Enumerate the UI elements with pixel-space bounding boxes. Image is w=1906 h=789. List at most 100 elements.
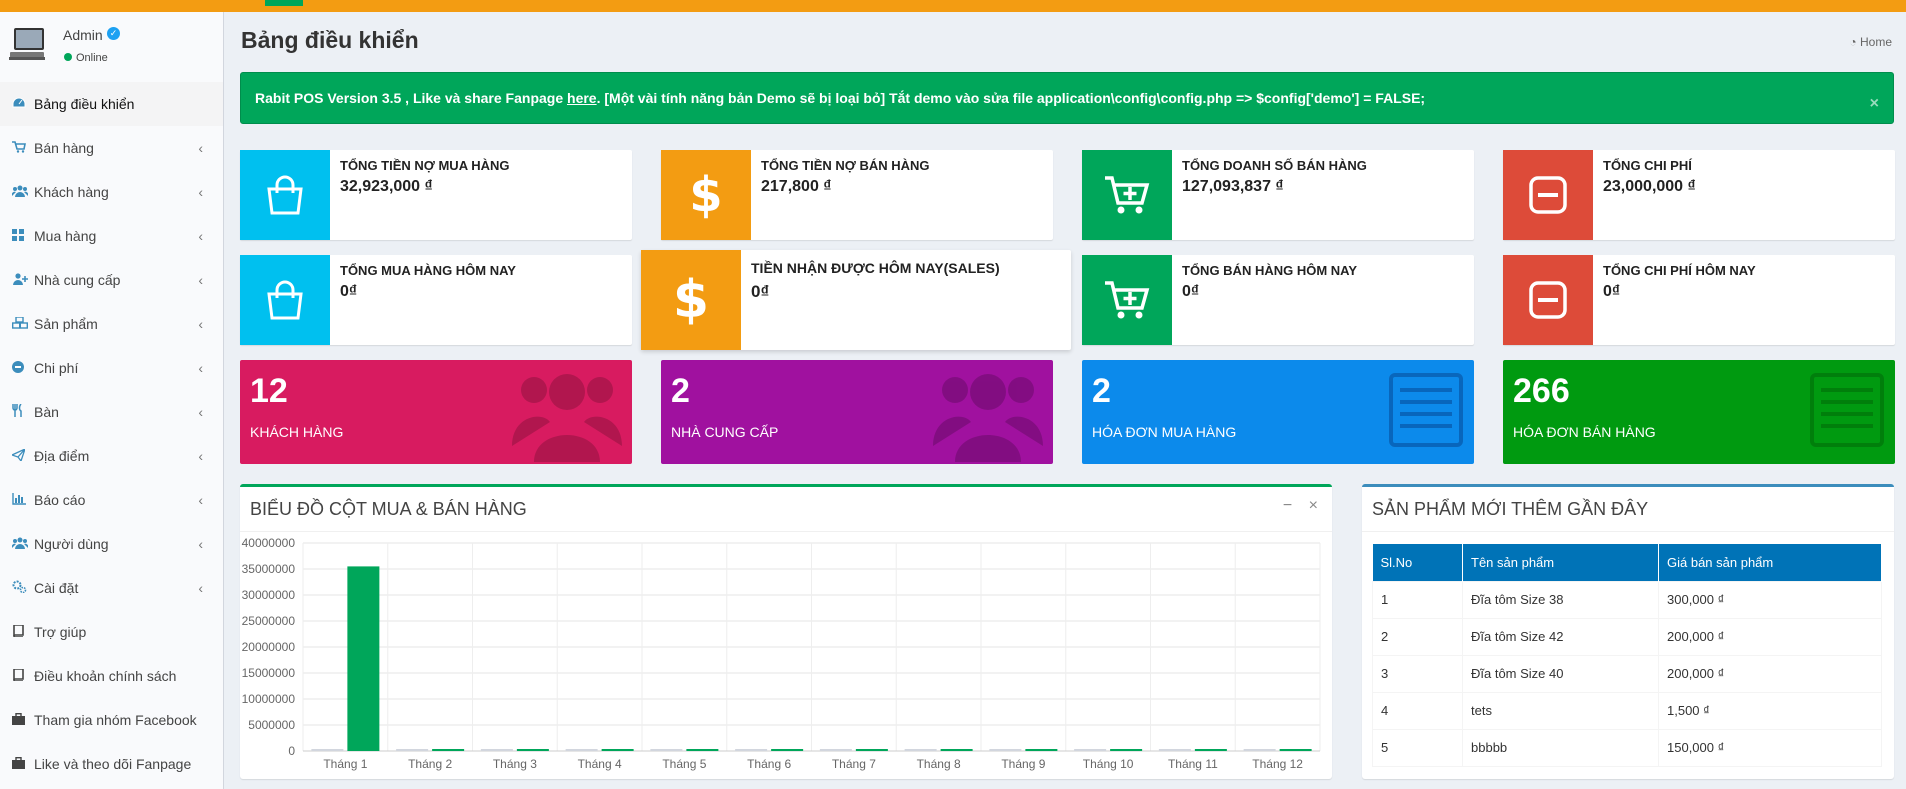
small-box-label: HÓA ĐƠN BÁN HÀNG: [1513, 424, 1656, 440]
bar: [1158, 749, 1191, 751]
bar: [1110, 749, 1143, 751]
cutlery-icon: [12, 403, 34, 420]
list-alt-icon: [1810, 373, 1884, 447]
small-box-purchase-invoices[interactable]: 2 HÓA ĐƠN MUA HÀNG: [1082, 360, 1474, 464]
sidebar-item-expenses[interactable]: Chi phí ‹: [0, 346, 223, 390]
y-tick-label: 0: [288, 744, 295, 758]
user-plus-icon: [12, 272, 34, 288]
sidebar-item-locations[interactable]: Địa điểm ‹: [0, 434, 223, 478]
table-cell: 1,500 ₫: [1658, 691, 1882, 730]
small-box-customers[interactable]: 12 KHÁCH HÀNG: [240, 360, 632, 464]
grid-icon: [12, 228, 34, 244]
sidebar-item-settings[interactable]: Cài đặt ‹: [0, 566, 223, 610]
table-cell: 150,000 ₫: [1658, 728, 1882, 767]
minimize-icon[interactable]: −: [1283, 497, 1292, 514]
sidebar-item-label: Khách hàng: [34, 184, 109, 200]
breadcrumb-home[interactable]: Home: [1860, 35, 1892, 49]
small-box-label: KHÁCH HÀNG: [250, 424, 344, 440]
x-tick-label: Tháng 10: [1083, 757, 1134, 771]
chart-box: BIỂU ĐỒ CỘT MUA & BÁN HÀNG − × 0 5000000 1…: [240, 484, 1332, 779]
small-box-number: 2: [1092, 372, 1111, 410]
sidebar-item-label: Like và theo dõi Fanpage: [34, 756, 192, 772]
table-header-row: Sl.No Tên sản phẩm Giá bán sản phẩm: [1372, 544, 1882, 581]
recent-products-box: SẢN PHẨM MỚI THÊM GẦN ĐÂY Sl.No Tên sản …: [1362, 484, 1894, 779]
table-row: 3 Đĩa tôm Size 40 200,000 ₫: [1372, 654, 1882, 693]
user-status-text: Online: [76, 52, 108, 64]
bar: [601, 749, 634, 751]
page-title: Bảng điều khiển: [241, 27, 419, 53]
sidebar-item-facebook-group[interactable]: Tham gia nhóm Facebook: [0, 698, 223, 742]
info-box-label: Tổng mua hàng hôm nay: [340, 263, 516, 278]
sidebar-item-suppliers[interactable]: Nhà cung cấp ‹: [0, 258, 223, 302]
cart-icon: [12, 140, 34, 156]
top-header-bar: [0, 0, 1906, 12]
sidebar-item-label: Chi phí: [34, 360, 79, 376]
y-tick-label: 35000000: [242, 562, 296, 576]
minus-circle-icon: [12, 360, 34, 376]
sidebar-item-dashboard[interactable]: Bảng điều khiển: [0, 82, 223, 126]
bar: [516, 749, 549, 751]
sidebar-item-label: Tham gia nhóm Facebook: [34, 712, 197, 728]
small-box-sales-invoices[interactable]: 266 HÓA ĐƠN BÁN HÀNG: [1503, 360, 1895, 464]
sidebar-item-sales[interactable]: Bán hàng ‹: [0, 126, 223, 170]
sidebar-item-help[interactable]: Trợ giúp: [0, 610, 223, 654]
small-box-number: 12: [250, 372, 288, 410]
chevron-left-icon: ‹: [198, 492, 203, 508]
sidebar-item-label: Bán hàng: [34, 140, 94, 156]
bar: [396, 749, 429, 751]
sidebar-item-customers[interactable]: Khách hàng ‹: [0, 170, 223, 214]
list-alt-icon: [1389, 373, 1463, 447]
small-box-number: 2: [671, 372, 690, 410]
x-tick-label: Tháng 6: [747, 757, 791, 771]
column-header-price: Giá bán sản phẩm: [1658, 544, 1882, 581]
x-tick-label: Tháng 2: [408, 757, 452, 771]
briefcase-icon: [12, 756, 34, 772]
chevron-left-icon: ‹: [198, 448, 203, 464]
info-box-label: Tổng chi phí: [1603, 158, 1692, 173]
sidebar-item-purchases[interactable]: Mua hàng ‹: [0, 214, 223, 258]
sidebar-item-label: Điều khoản chính sách: [34, 668, 177, 684]
shopping-bag-icon: [240, 255, 330, 345]
chevron-left-icon: ‹: [198, 140, 203, 156]
sidebar-item-tables[interactable]: Bàn ‹: [0, 390, 223, 434]
header-accent: [265, 0, 303, 6]
close-icon[interactable]: ×: [1309, 497, 1318, 514]
bar: [1279, 749, 1312, 751]
table-cell: 2: [1372, 617, 1463, 656]
sidebar-item-products[interactable]: Sản phẩm ‹: [0, 302, 223, 346]
sidebar-item-label: Sản phẩm: [34, 316, 98, 332]
briefcase-icon: [12, 712, 34, 728]
sidebar-item-label: Cài đặt: [34, 580, 79, 596]
breadcrumb[interactable]: ◔ Home: [1849, 35, 1892, 49]
sidebar-item-reports[interactable]: Báo cáo ‹: [0, 478, 223, 522]
table-row: 1 Đĩa tôm Size 38 300,000 ₫: [1372, 580, 1882, 619]
dollar-icon: $: [641, 250, 741, 350]
info-box-label: Tiền nhận được hôm nay(sales): [751, 260, 1000, 276]
sidebar-item-users[interactable]: Người dùng ‹: [0, 522, 223, 566]
online-dot-icon: [64, 53, 72, 61]
cogs-icon: [12, 580, 34, 596]
alert-link[interactable]: here: [567, 90, 597, 106]
info-box-label: Tổng bán hàng hôm nay: [1182, 263, 1358, 278]
table-cell: Đĩa tôm Size 38: [1462, 580, 1659, 619]
bar-chart-icon: [12, 492, 34, 508]
main-content: Bảng điều khiển ◔ Home Rabit POS Version…: [225, 12, 1906, 789]
small-box-number: 266: [1513, 372, 1570, 410]
bar: [904, 749, 937, 751]
chevron-left-icon: ‹: [198, 272, 203, 288]
user-status: Online: [64, 52, 108, 64]
info-box-sales-debt: $ Tổng tiền nợ bán hàng 217,800 ₫: [661, 150, 1053, 240]
sidebar-item-policy[interactable]: Điều khoản chính sách: [0, 654, 223, 698]
sidebar-item-fanpage[interactable]: Like và theo dõi Fanpage: [0, 742, 223, 786]
user-name[interactable]: Admin: [63, 27, 103, 43]
bar-chart: 0 5000000 10000000 15000000 20000000 25000000…: [242, 536, 1321, 771]
dashboard-icon: [12, 96, 34, 112]
sidebar: Admin ✓ Online Bảng điều khiển Bán hàng …: [0, 12, 224, 789]
chevron-left-icon: ‹: [198, 316, 203, 332]
x-tick-label: Tháng 5: [662, 757, 706, 771]
minus-square-icon: [1503, 255, 1593, 345]
bar: [1074, 749, 1107, 751]
small-box-suppliers[interactable]: 2 NHÀ CUNG CẤP: [661, 360, 1053, 464]
close-icon[interactable]: ×: [1870, 79, 1879, 129]
info-box-value: 127,093,837 ₫: [1182, 178, 1284, 195]
